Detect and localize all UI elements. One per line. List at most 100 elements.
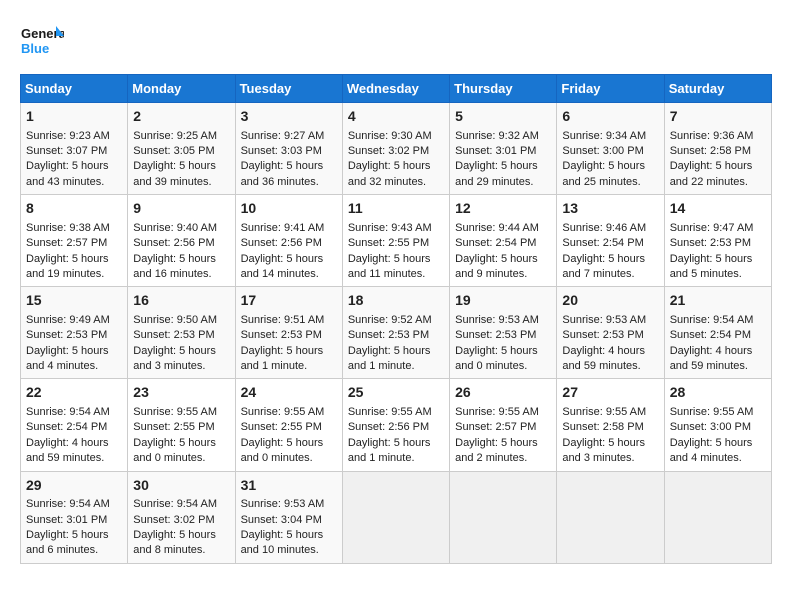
sunrise: Sunrise: 9:55 AM xyxy=(455,406,539,418)
calendar-cell: 29Sunrise: 9:54 AMSunset: 3:01 PMDayligh… xyxy=(21,471,128,563)
calendar-cell: 1Sunrise: 9:23 AMSunset: 3:07 PMDaylight… xyxy=(21,103,128,195)
day-number: 10 xyxy=(241,199,337,219)
daylight-label: Daylight: 5 hours and 16 minutes. xyxy=(133,253,216,280)
calendar-week-4: 22Sunrise: 9:54 AMSunset: 2:54 PMDayligh… xyxy=(21,379,772,471)
calendar-cell: 9Sunrise: 9:40 AMSunset: 2:56 PMDaylight… xyxy=(128,195,235,287)
sunset: Sunset: 2:58 PM xyxy=(562,421,643,433)
calendar-week-1: 1Sunrise: 9:23 AMSunset: 3:07 PMDaylight… xyxy=(21,103,772,195)
calendar-cell: 25 Sunrise: 9:55 AM Sunset: 2:56 PM Dayligh… xyxy=(342,379,449,471)
day-number: 12 xyxy=(455,199,551,219)
day-number: 26 xyxy=(455,383,551,403)
sunset: Sunset: 3:01 PM xyxy=(26,514,107,526)
daylight-label: Daylight: 5 hours and 29 minutes. xyxy=(455,160,538,187)
page-header: General Blue xyxy=(20,20,772,64)
header-thursday: Thursday xyxy=(450,75,557,103)
sunrise: Sunrise: 9:54 AM xyxy=(26,498,110,510)
daylight-label: Daylight: 5 hours and 6 minutes. xyxy=(26,529,109,556)
daylight-label: Daylight: 5 hours and 3 minutes. xyxy=(562,437,645,464)
sunrise: Sunrise: 9:25 AM xyxy=(133,130,217,142)
calendar-cell: 27 Sunrise: 9:55 AM Sunset: 2:58 PM Dayligh… xyxy=(557,379,664,471)
day-number: 9 xyxy=(133,199,229,219)
sunset: Sunset: 2:53 PM xyxy=(670,237,751,249)
sunrise: Sunrise: 9:55 AM xyxy=(562,406,646,418)
header-saturday: Saturday xyxy=(664,75,771,103)
day-number: 24 xyxy=(241,383,337,403)
sunset: Sunset: 2:54 PM xyxy=(670,329,751,341)
day-number: 3 xyxy=(241,107,337,127)
sunrise: Sunrise: 9:52 AM xyxy=(348,314,432,326)
sunset: Sunset: 2:53 PM xyxy=(348,329,429,341)
sunset: Sunset: 3:01 PM xyxy=(455,145,536,157)
day-number: 17 xyxy=(241,291,337,311)
svg-text:Blue: Blue xyxy=(21,41,49,56)
day-number: 1 xyxy=(26,107,122,127)
calendar-cell xyxy=(664,471,771,563)
sunset: Sunset: 3:00 PM xyxy=(562,145,643,157)
calendar-cell: 16Sunrise: 9:50 AMSunset: 2:53 PMDayligh… xyxy=(128,287,235,379)
calendar-week-3: 15Sunrise: 9:49 AMSunset: 2:53 PMDayligh… xyxy=(21,287,772,379)
calendar-cell: 13Sunrise: 9:46 AMSunset: 2:54 PMDayligh… xyxy=(557,195,664,287)
sunrise: Sunrise: 9:55 AM xyxy=(241,406,325,418)
sunrise: Sunrise: 9:34 AM xyxy=(562,130,646,142)
day-number: 7 xyxy=(670,107,766,127)
calendar-cell: 3Sunrise: 9:27 AMSunset: 3:03 PMDaylight… xyxy=(235,103,342,195)
sunrise: Sunrise: 9:47 AM xyxy=(670,222,754,234)
sunset: Sunset: 2:55 PM xyxy=(241,421,322,433)
sunset: Sunset: 3:03 PM xyxy=(241,145,322,157)
calendar-week-5: 29Sunrise: 9:54 AMSunset: 3:01 PMDayligh… xyxy=(21,471,772,563)
day-number: 13 xyxy=(562,199,658,219)
header-tuesday: Tuesday xyxy=(235,75,342,103)
calendar-cell: 19Sunrise: 9:53 AMSunset: 2:53 PMDayligh… xyxy=(450,287,557,379)
day-number: 30 xyxy=(133,476,229,496)
day-number: 21 xyxy=(670,291,766,311)
calendar-cell: 18 Sunrise: 9:52 AM Sunset: 2:53 PM Dayligh… xyxy=(342,287,449,379)
sunrise: Sunrise: 9:53 AM xyxy=(562,314,646,326)
calendar-cell: 11Sunrise: 9:43 AMSunset: 2:55 PMDayligh… xyxy=(342,195,449,287)
sunrise: Sunrise: 9:55 AM xyxy=(348,406,432,418)
calendar-cell: 10Sunrise: 9:41 AMSunset: 2:56 PMDayligh… xyxy=(235,195,342,287)
header-friday: Friday xyxy=(557,75,664,103)
sunrise: Sunrise: 9:50 AM xyxy=(133,314,217,326)
sunrise: Sunrise: 9:54 AM xyxy=(133,498,217,510)
daylight-label: Daylight: 5 hours and 1 minute. xyxy=(348,345,431,372)
logo: General Blue xyxy=(20,20,64,64)
day-number: 2 xyxy=(133,107,229,127)
sunset: Sunset: 2:56 PM xyxy=(133,237,214,249)
daylight-label: Daylight: 5 hours and 9 minutes. xyxy=(455,253,538,280)
sunrise: Sunrise: 9:55 AM xyxy=(670,406,754,418)
sunset: Sunset: 3:05 PM xyxy=(133,145,214,157)
day-number: 27 xyxy=(562,383,658,403)
sunset: Sunset: 2:53 PM xyxy=(26,329,107,341)
sunrise: Sunrise: 9:27 AM xyxy=(241,130,325,142)
sunset: Sunset: 2:56 PM xyxy=(348,421,429,433)
calendar-cell: 15Sunrise: 9:49 AMSunset: 2:53 PMDayligh… xyxy=(21,287,128,379)
calendar-cell: 20Sunrise: 9:53 AMSunset: 2:53 PMDayligh… xyxy=(557,287,664,379)
calendar-cell: 28Sunrise: 9:55 AMSunset: 3:00 PMDayligh… xyxy=(664,379,771,471)
daylight-label: Daylight: 5 hours and 14 minutes. xyxy=(241,253,324,280)
day-number: 28 xyxy=(670,383,766,403)
daylight-label: Daylight: 5 hours and 25 minutes. xyxy=(562,160,645,187)
daylight-label: Daylight: 5 hours and 2 minutes. xyxy=(455,437,538,464)
day-number: 23 xyxy=(133,383,229,403)
daylight-label: Daylight: 5 hours and 8 minutes. xyxy=(133,529,216,556)
day-number: 18 xyxy=(348,291,444,311)
calendar-cell: 4Sunrise: 9:30 AMSunset: 3:02 PMDaylight… xyxy=(342,103,449,195)
day-number: 19 xyxy=(455,291,551,311)
calendar-header-row: SundayMondayTuesdayWednesdayThursdayFrid… xyxy=(21,75,772,103)
sunrise: Sunrise: 9:51 AM xyxy=(241,314,325,326)
day-number: 31 xyxy=(241,476,337,496)
sunrise: Sunrise: 9:54 AM xyxy=(670,314,754,326)
sunrise: Sunrise: 9:55 AM xyxy=(133,406,217,418)
sunset: Sunset: 2:57 PM xyxy=(26,237,107,249)
sunset: Sunset: 2:57 PM xyxy=(455,421,536,433)
calendar-cell: 17Sunrise: 9:51 AMSunset: 2:53 PMDayligh… xyxy=(235,287,342,379)
logo-icon: General Blue xyxy=(20,20,64,64)
sunset: Sunset: 2:58 PM xyxy=(670,145,751,157)
daylight-label: Daylight: 4 hours and 59 minutes. xyxy=(670,345,753,372)
sunset: Sunset: 2:54 PM xyxy=(562,237,643,249)
daylight-label: Daylight: 5 hours and 1 minute. xyxy=(348,437,431,464)
daylight-label: Daylight: 5 hours and 32 minutes. xyxy=(348,160,431,187)
calendar-cell: 2Sunrise: 9:25 AMSunset: 3:05 PMDaylight… xyxy=(128,103,235,195)
day-number: 25 xyxy=(348,383,444,403)
day-number: 5 xyxy=(455,107,551,127)
